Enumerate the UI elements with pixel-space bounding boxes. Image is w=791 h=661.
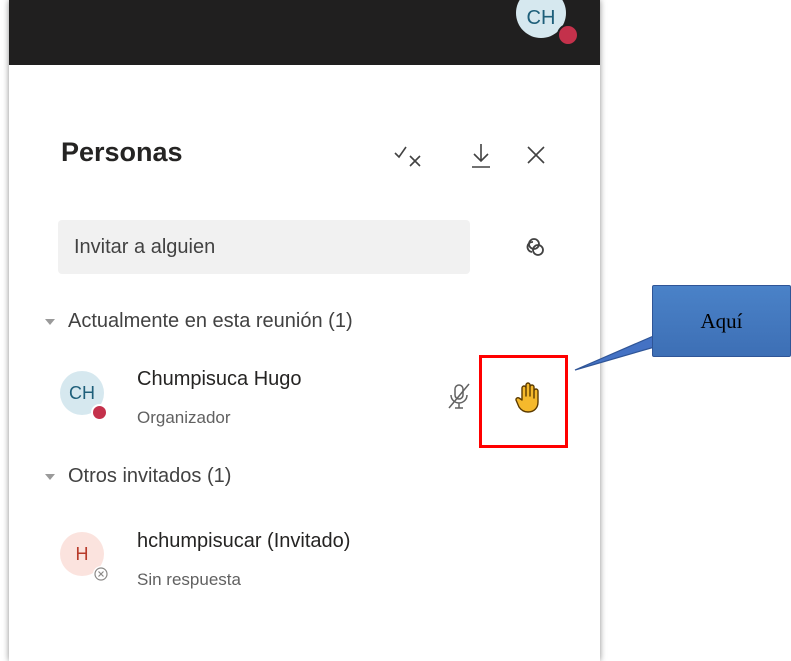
callout-text: Aquí bbox=[700, 308, 743, 333]
callout: Aquí bbox=[652, 285, 791, 357]
